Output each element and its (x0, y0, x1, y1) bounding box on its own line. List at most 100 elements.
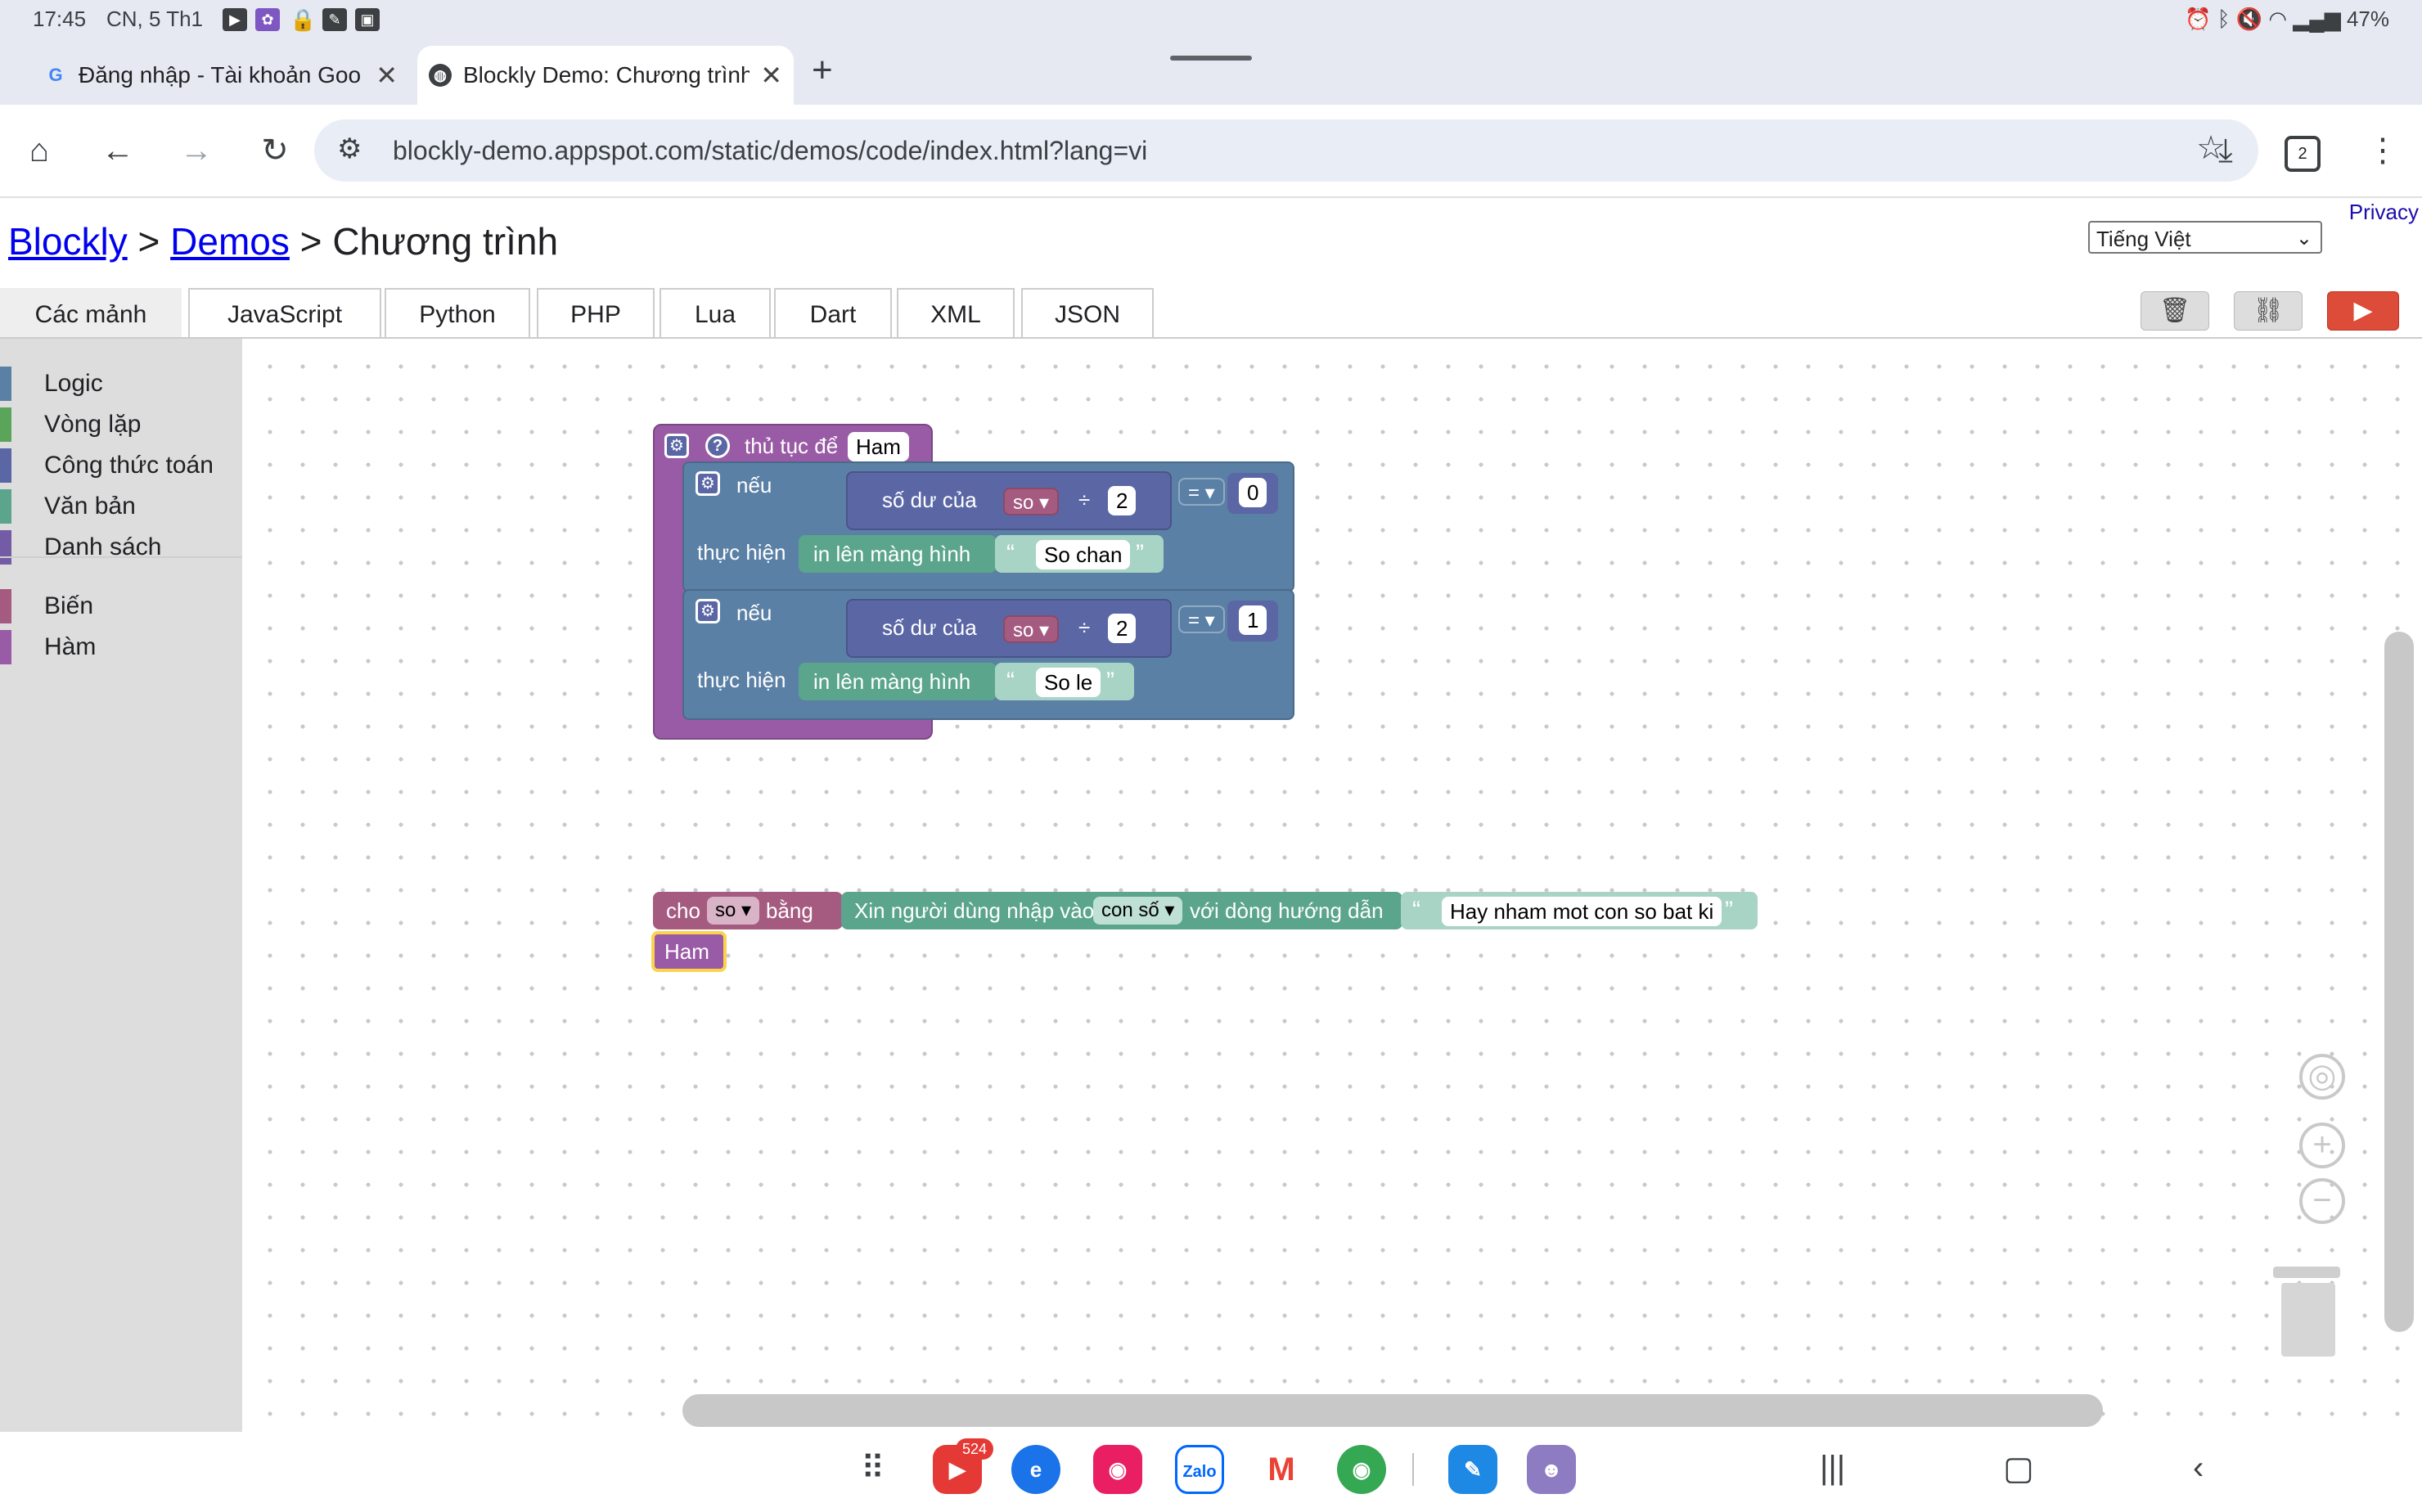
more-menu-icon[interactable]: ⋮ (2360, 128, 2406, 173)
toolbox-category-functions[interactable]: Hàm (0, 627, 242, 668)
tab-lua[interactable]: Lua (660, 288, 771, 337)
recent-apps-icon[interactable]: ||| (1820, 1450, 1845, 1487)
url-text[interactable]: blockly-demo.appspot.com/static/demos/co… (393, 136, 1147, 166)
tab-blocks[interactable]: Các mảnh (0, 288, 182, 337)
toolbox-category-logic[interactable]: Logic (0, 363, 242, 404)
toolbox-category-loops[interactable]: Vòng lặp (0, 404, 242, 445)
toolbox-category-variables[interactable]: Biến (0, 586, 242, 627)
tab-javascript[interactable]: JavaScript (188, 288, 381, 337)
run-button[interactable]: ▶ (2327, 291, 2399, 331)
set-variable-block[interactable]: cho so ▾ bằng (653, 892, 843, 929)
print-label: in lên màng hình (813, 542, 971, 566)
address-bar[interactable]: ⚙ blockly-demo.appspot.com/static/demos/… (314, 119, 2258, 182)
prompt-type-dropdown[interactable]: con số ▾ (1093, 897, 1183, 925)
forward-arrow-icon[interactable]: → (173, 128, 219, 173)
play-icon: ▶ (2353, 297, 2373, 324)
lock-icon: 🔒 (290, 7, 317, 32)
site-settings-icon[interactable]: ⚙ (337, 133, 362, 165)
tab-strip: G Đăng nhập - Tài khoản Goo ✕ ◍ Blockly … (0, 39, 2422, 105)
close-tab-icon[interactable]: ✕ (376, 46, 398, 105)
compare-operator-dropdown[interactable]: = ▾ (1178, 478, 1225, 506)
browser-tab-blockly[interactable]: ◍ Blockly Demo: Chương trình ✕ (417, 46, 794, 105)
variable-dropdown[interactable]: so ▾ (1003, 615, 1060, 643)
toolbox-category-math[interactable]: Công thức toán (0, 445, 242, 486)
variable-dropdown[interactable]: so ▾ (1003, 488, 1060, 515)
link-icon: ⛓ (2252, 297, 2285, 324)
back-arrow-icon[interactable]: ← (95, 128, 141, 173)
zoom-out-icon[interactable]: − (2299, 1178, 2345, 1224)
workspace-trash-icon[interactable] (2273, 1267, 2340, 1357)
zoom-in-icon[interactable]: + (2299, 1123, 2345, 1168)
gear-icon[interactable]: ⚙ (664, 434, 689, 458)
compare-operator-dropdown[interactable]: = ▾ (1178, 605, 1225, 633)
text-block[interactable]: “ Hay nham mot con so bat ki ” (1401, 892, 1758, 929)
vertical-scrollbar[interactable] (2384, 632, 2414, 1332)
call-name: Ham (664, 939, 709, 964)
toolbox-category-text[interactable]: Văn bản (0, 486, 242, 527)
tab-dart[interactable]: Dart (774, 288, 892, 337)
math-modulo-block[interactable]: số dư của so ▾ ÷ 2 (846, 471, 1172, 530)
variable-dropdown[interactable]: so ▾ (707, 897, 760, 925)
download-icon[interactable]: ⤓ (2203, 128, 2249, 173)
blockly-workspace[interactable] (242, 339, 2422, 1432)
back-button-icon[interactable]: ‹ (2193, 1450, 2204, 1487)
number-block[interactable]: 1 (1227, 601, 1278, 641)
text-field[interactable]: So le (1036, 668, 1101, 697)
privacy-link[interactable]: Privacy (2349, 200, 2419, 225)
home-icon[interactable]: ⌂ (16, 128, 62, 173)
drag-handle[interactable] (1170, 56, 1252, 61)
page-title: Chương trình (332, 220, 559, 263)
notes-app-icon[interactable]: ✎ (1448, 1445, 1497, 1494)
gear-icon[interactable]: ⚙ (696, 471, 720, 496)
recenter-icon[interactable]: ◎ (2299, 1054, 2345, 1100)
modulo-label: số dư của (882, 488, 977, 512)
math-modulo-block[interactable]: số dư của so ▾ ÷ 2 (846, 599, 1172, 658)
zalo-app-icon[interactable]: Zalo (1175, 1445, 1224, 1494)
do-label: thực hiện (697, 668, 786, 692)
divisor-field[interactable]: 2 (1108, 486, 1137, 515)
delete-all-button[interactable]: 🗑 (2141, 291, 2209, 331)
link-button[interactable]: ⛓ (2234, 291, 2303, 331)
number-block[interactable]: 0 (1227, 473, 1278, 514)
gear-icon[interactable]: ⚙ (696, 599, 720, 623)
tab-json[interactable]: JSON (1021, 288, 1154, 337)
blockly-link[interactable]: Blockly (8, 220, 128, 263)
home-button-icon[interactable]: ▢ (2003, 1450, 2034, 1487)
help-icon[interactable]: ? (705, 434, 730, 458)
tab-switcher-button[interactable]: 2 (2285, 136, 2321, 172)
divisor-field[interactable]: 2 (1108, 614, 1137, 643)
edge-app-icon[interactable]: e (1011, 1445, 1060, 1494)
game-app-icon[interactable]: ☻ (1527, 1445, 1576, 1494)
breadcrumb-separator: > (137, 220, 160, 263)
app-drawer-icon[interactable]: ⠿ (861, 1450, 885, 1487)
close-tab-icon[interactable]: ✕ (760, 46, 782, 105)
toolbox-category-lists[interactable]: Danh sách (0, 527, 242, 568)
status-bar: 17:45 CN, 5 Th1 ▶ ✿ 🔒 ✎ ▣ ⏰ ᛒ 🔇 ◠ ▂▄▆ 47… (0, 0, 2422, 39)
close-quote-icon: ” (1136, 540, 1144, 567)
procedure-call-block[interactable]: Ham (651, 931, 727, 972)
prompt-block[interactable]: Xin người dùng nhập vào con số ▾ với dòn… (841, 892, 1402, 929)
language-value: Tiếng Việt (2096, 227, 2191, 251)
procedure-name-field[interactable]: Ham (848, 432, 909, 461)
text-field[interactable]: So chan (1036, 540, 1131, 569)
browser-tab-google[interactable]: G Đăng nhập - Tài khoản Goo ✕ (33, 46, 409, 105)
tab-python[interactable]: Python (385, 288, 530, 337)
camera-app-icon[interactable]: ◉ (1093, 1445, 1142, 1494)
prompt-message-field[interactable]: Hay nham mot con so bat ki (1442, 897, 1722, 926)
new-tab-plus-icon[interactable]: + (812, 46, 833, 95)
text-block[interactable]: “ So le ” (995, 663, 1134, 700)
print-block[interactable]: in lên màng hình (799, 663, 997, 700)
compare-value-field[interactable]: 1 (1239, 605, 1267, 635)
print-block[interactable]: in lên màng hình (799, 535, 997, 573)
chrome-app-icon[interactable]: ◉ (1337, 1445, 1386, 1494)
horizontal-scrollbar[interactable] (682, 1394, 2103, 1427)
compare-value-field[interactable]: 0 (1239, 478, 1267, 507)
text-block[interactable]: “ So chan ” (995, 535, 1164, 573)
toolbox: Logic Vòng lặp Công thức toán Văn bản Da… (0, 339, 242, 1432)
language-select[interactable]: Tiếng Việt ⌄ (2088, 221, 2322, 254)
reload-icon[interactable]: ↻ (252, 128, 298, 173)
tab-xml[interactable]: XML (897, 288, 1015, 337)
demos-link[interactable]: Demos (170, 220, 290, 263)
tab-php[interactable]: PHP (537, 288, 655, 337)
gmail-app-icon[interactable]: M (1257, 1445, 1306, 1494)
